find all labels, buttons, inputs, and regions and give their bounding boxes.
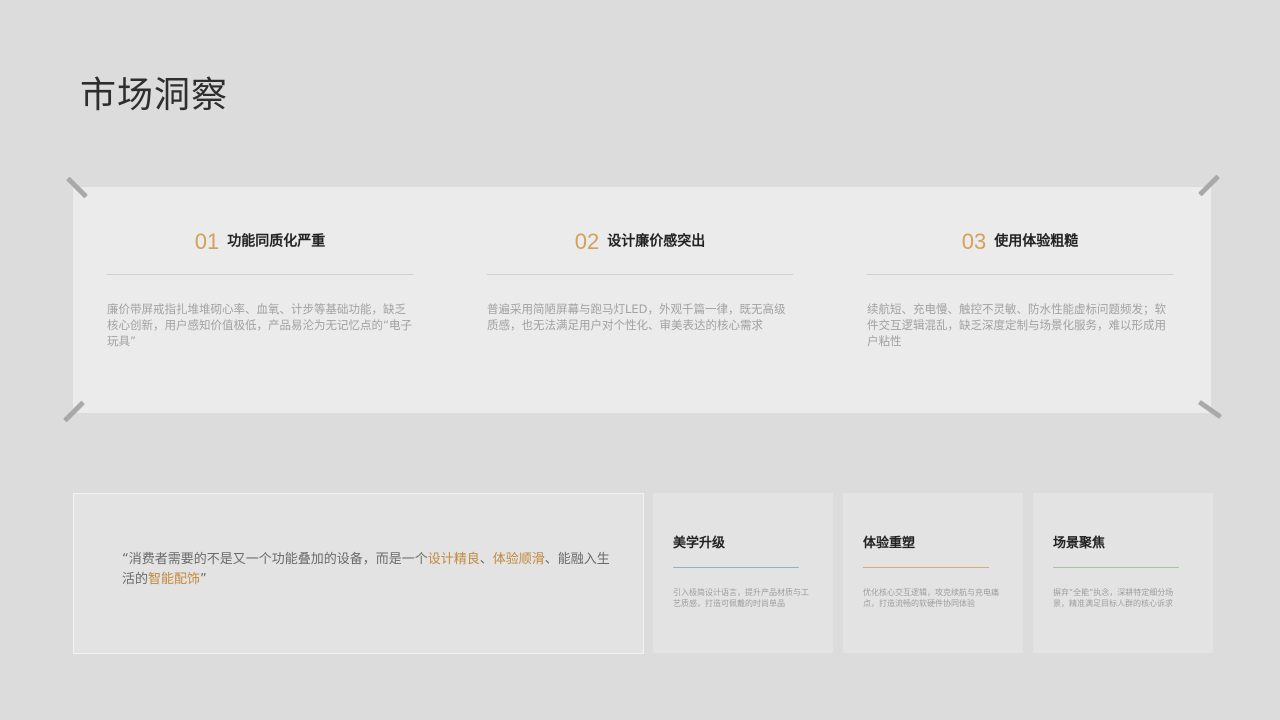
insight-column: 01 功能同质化严重 廉价带屏戒指扎堆堆砌心率、血氧、计步等基础功能，缺乏核心创新… [107, 226, 413, 349]
insight-number: 02 [574, 228, 600, 254]
pillar-accent-rule [1053, 567, 1179, 568]
quote-highlight: 设计精良 [427, 552, 480, 567]
insight-title: 设计廉价感突出 [607, 233, 706, 250]
pillar-card: 美学升级 引入极简设计语言，提升产品材质与工艺质感，打造可佩戴的时尚单品 [653, 493, 833, 653]
insight-column: 03 使用体验粗糙 续航短、充电慢、触控不灵敏、防水性能虚标问题频发；软件交互逻辑… [867, 226, 1173, 349]
pillar-accent-rule [863, 567, 989, 568]
insight-header: 02 设计廉价感突出 [487, 226, 793, 256]
quote-segment: 、 [479, 552, 493, 567]
quote-segment: “消费者需要的不是又一个功能叠加的设备，而是一个 [122, 552, 428, 567]
pillar-description: 优化核心交互逻辑，攻克续航与充电痛点，打造流畅的软硬件协同体验 [863, 588, 999, 608]
pillar-accent-rule [673, 567, 799, 568]
divider [487, 274, 793, 275]
insight-column: 02 设计廉价感突出 普遍采用简陋屏幕与跑马灯LED，外观千篇一律，既无高级质感，… [487, 226, 793, 333]
pillar-card: 体验重塑 优化核心交互逻辑，攻克续航与充电痛点，打造流畅的软硬件协同体验 [843, 493, 1023, 653]
insight-header: 01 功能同质化严重 [107, 226, 413, 256]
pillar-title: 美学升级 [673, 536, 726, 551]
insight-description: 廉价带屏戒指扎堆堆砌心率、血氧、计步等基础功能，缺乏核心创新，用户感知价值极低，… [107, 302, 412, 348]
quote-highlight: 智能配饰 [148, 572, 201, 587]
quote-highlight: 体验顺滑 [492, 552, 545, 567]
pillar-description: 摒弃“全能”执念，深耕特定细分场景，精准满足目标人群的核心诉求 [1053, 588, 1174, 608]
divider [107, 274, 413, 275]
page-title: 市场洞察 [80, 75, 229, 116]
insight-description: 续航短、充电慢、触控不灵敏、防水性能虚标问题频发；软件交互逻辑混乱，缺乏深度定制… [867, 302, 1166, 348]
insight-number: 03 [961, 228, 987, 254]
quote-card: “消费者需要的不是又一个功能叠加的设备，而是一个设计精良、体验顺滑、能融入生活的… [73, 493, 644, 654]
insight-header: 03 使用体验粗糙 [867, 226, 1173, 256]
divider [867, 274, 1173, 275]
insight-number: 01 [194, 228, 220, 254]
quote-segment: ” [200, 572, 207, 587]
insight-title: 功能同质化严重 [227, 233, 326, 250]
quote-text: “消费者需要的不是又一个功能叠加的设备，而是一个设计精良、体验顺滑、能融入生活的… [122, 550, 612, 590]
insight-title: 使用体验粗糙 [994, 233, 1079, 250]
pillar-description: 引入极简设计语言，提升产品材质与工艺质感，打造可佩戴的时尚单品 [673, 588, 809, 608]
pillar-title: 场景聚焦 [1053, 536, 1106, 551]
pillar-title: 体验重塑 [863, 536, 916, 551]
insight-description: 普遍采用简陋屏幕与跑马灯LED，外观千篇一律，既无高级质感，也无法满足用户对个性… [487, 302, 786, 332]
pillar-card: 场景聚焦 摒弃“全能”执念，深耕特定细分场景，精准满足目标人群的核心诉求 [1033, 493, 1213, 653]
